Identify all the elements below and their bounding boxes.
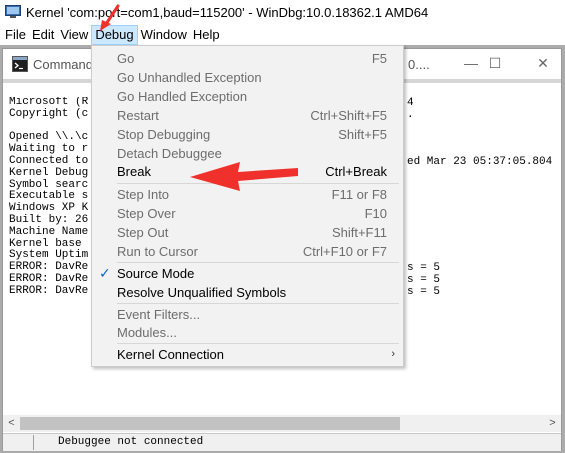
horizontal-scrollbar[interactable]: < >	[3, 415, 561, 432]
menu-item-source-mode[interactable]: ✓ Source Mode	[92, 264, 403, 283]
window-title: Kernel 'com:port=com1,baud=115200' - Win…	[26, 4, 429, 20]
output-line: ERROR: DavRe	[9, 284, 89, 297]
scroll-right-icon[interactable]: >	[544, 415, 561, 432]
menu-item-go-handled-exception[interactable]: Go Handled Exception	[92, 87, 403, 106]
menu-item-go-unhandled-exception[interactable]: Go Unhandled Exception	[92, 68, 403, 87]
output-line: Copyright (c	[9, 107, 89, 120]
menu-item-stop-debugging[interactable]: Stop Debugging Shift+F5	[92, 125, 403, 144]
scrollbar-thumb[interactable]	[20, 417, 400, 430]
output-line: Built by: 26	[9, 213, 89, 226]
menu-item-go[interactable]: Go F5	[92, 49, 403, 68]
menu-item-label: Run to Cursor	[117, 244, 198, 259]
status-bar: Debuggee not connected	[3, 433, 561, 451]
menu-edit[interactable]: Edit	[29, 25, 57, 45]
menu-item-modules[interactable]: Modules...	[92, 323, 403, 342]
menu-item-label: Stop Debugging	[117, 127, 211, 142]
menu-item-shortcut: Shift+F5	[338, 127, 387, 142]
output-line: Kernel Debug	[9, 166, 89, 179]
menu-item-shortcut: F5	[371, 51, 387, 66]
menu-item-label: Go Handled Exception	[117, 89, 248, 104]
menu-item-shortcut: F10	[364, 206, 387, 221]
output-fragment: s = 5	[407, 274, 441, 286]
windbg-app-icon	[5, 5, 21, 19]
menu-item-shortcut: F11 or F8	[331, 187, 387, 202]
status-separator	[33, 435, 34, 450]
menu-item-label: Step Into	[117, 187, 170, 202]
menu-item-run-to-cursor[interactable]: Run to Cursor Ctrl+F10 or F7	[92, 242, 403, 261]
output-fragment: s = 5	[407, 286, 441, 298]
menu-separator	[117, 183, 399, 184]
output-line: Opened \\.\c	[9, 131, 89, 144]
menu-item-label: Break	[117, 164, 151, 179]
menu-separator	[117, 303, 399, 304]
output-line: Microsoft (R	[9, 97, 89, 108]
debug-menu: Go F5 Go Unhandled Exception Go Handled E…	[91, 45, 404, 367]
menu-item-label: Modules...	[117, 325, 177, 340]
menu-item-label: Source Mode	[117, 266, 195, 281]
menu-item-label: Event Filters...	[117, 307, 201, 322]
output-line: ERROR: DavRe	[9, 272, 89, 285]
output-line: Symbol searc	[9, 178, 89, 191]
menu-item-break[interactable]: Break Ctrl+Break	[92, 162, 403, 181]
menu-separator	[117, 262, 399, 263]
command-window-title-suffix: 0....	[408, 57, 430, 72]
menu-item-kernel-connection[interactable]: Kernel Connection ›	[92, 345, 403, 364]
menu-item-label: Go	[117, 51, 135, 66]
output-line: Windows XP K	[9, 202, 89, 215]
output-fragment: 4	[407, 97, 414, 109]
menu-item-label: Step Over	[117, 206, 176, 221]
checkmark-icon: ✓	[99, 265, 111, 281]
output-fragment: ed Mar 23 05:37:05.804	[407, 156, 553, 168]
output-fragment: s = 5	[407, 262, 441, 274]
menu-item-detach-debuggee[interactable]: Detach Debuggee	[92, 144, 403, 163]
output-line: Executable s	[9, 190, 89, 203]
menu-item-step-into[interactable]: Step Into F11 or F8	[92, 185, 403, 204]
output-line: ERROR: DavRe	[9, 261, 89, 274]
menu-file[interactable]: File	[0, 25, 29, 45]
menu-bar: File Edit View Debug Window Help	[0, 25, 223, 45]
menu-item-label: Detach Debuggee	[117, 146, 222, 161]
menu-item-step-out[interactable]: Step Out Shift+F11	[92, 223, 403, 242]
menu-item-resolve-unqualified-symbols[interactable]: Resolve Unqualified Symbols	[92, 283, 403, 302]
output-line: Connected to	[9, 154, 89, 167]
menu-item-step-over[interactable]: Step Over F10	[92, 204, 403, 223]
menu-item-label: Restart	[117, 108, 159, 123]
title-bar: Kernel 'com:port=com1,baud=115200' - Win…	[0, 0, 565, 24]
command-window-title: Command	[33, 56, 93, 72]
menu-debug[interactable]: Debug	[91, 25, 138, 45]
output-fragment: .	[407, 109, 414, 121]
menu-item-restart[interactable]: Restart Ctrl+Shift+F5	[92, 106, 403, 125]
output-line: System Uptim	[9, 249, 89, 262]
menu-view[interactable]: View	[57, 25, 91, 45]
menu-item-label: Kernel Connection	[117, 347, 224, 362]
output-line: Kernel base	[9, 237, 82, 250]
menu-item-label: Go Unhandled Exception	[117, 70, 262, 85]
menu-separator	[117, 343, 399, 344]
maximize-icon[interactable]: ☐	[485, 55, 505, 71]
menu-item-label: Step Out	[117, 225, 169, 240]
menu-item-event-filters[interactable]: Event Filters...	[92, 305, 403, 324]
output-line: Waiting to r	[9, 143, 89, 156]
menu-item-label: Resolve Unqualified Symbols	[117, 285, 287, 300]
scroll-left-icon[interactable]: <	[3, 415, 20, 432]
menu-item-shortcut: Ctrl+F10 or F7	[302, 244, 387, 259]
menu-item-shortcut: Shift+F11	[331, 225, 387, 240]
menu-item-shortcut: Ctrl+Shift+F5	[310, 108, 387, 123]
submenu-arrow-icon: ›	[391, 348, 395, 360]
menu-help[interactable]: Help	[190, 25, 223, 45]
minimize-icon[interactable]: —	[461, 55, 481, 71]
menu-window[interactable]: Window	[138, 25, 190, 45]
status-text: Debuggee not connected	[58, 436, 204, 448]
command-prompt-icon	[12, 56, 28, 72]
output-line: Machine Name	[9, 225, 89, 238]
menu-item-shortcut: Ctrl+Break	[325, 164, 387, 179]
close-icon[interactable]: ✕	[533, 55, 553, 71]
